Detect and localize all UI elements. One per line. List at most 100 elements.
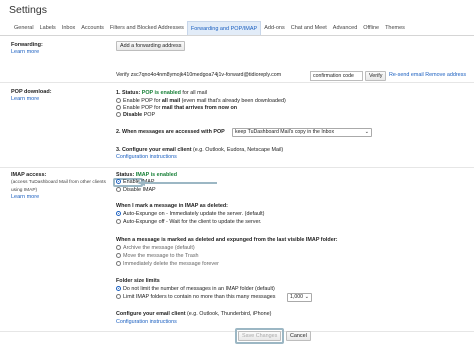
pop-disable-bold: Disable (123, 112, 143, 118)
remove-address-link[interactable]: Remove address (425, 72, 466, 78)
folder-limit-value: 1,000 (290, 294, 303, 300)
pop-label-group: POP download: Learn more (11, 89, 52, 103)
limit-label: Limit IMAP folders to contain no more th… (123, 294, 276, 300)
pop-section: POP download: Learn more 1. Status: POP … (0, 84, 474, 168)
forwarding-label: Forwarding: (11, 42, 43, 48)
expunge-on-label: Auto-Expunge on - Immediately update the… (123, 211, 265, 217)
pop-status-suffix: for all mail (182, 90, 207, 96)
expunged-heading: When a message is marked as deleted and … (116, 237, 338, 244)
pop-new-bold: mail that arrives from now on (161, 105, 238, 111)
resend-email-link[interactable]: Re-send email (389, 72, 424, 78)
confirmation-code-input[interactable]: confirmation code (310, 71, 363, 81)
disable-imap-option[interactable]: Disable IMAP (116, 187, 156, 194)
pop-learn-more[interactable]: Learn more (11, 96, 39, 102)
settings-tabs: General Labels Inbox Accounts Filters an… (0, 21, 474, 36)
imap-sub2: using IMAP) (11, 187, 38, 193)
forwarding-learn-more[interactable]: Learn more (11, 49, 39, 55)
folder-heading: Folder size limits (116, 278, 160, 285)
pop-action-value: keep TuDashboard Mail's copy in the Inbo… (235, 129, 335, 135)
pop-step2-label: 2. When messages are accessed with POP (116, 129, 225, 135)
disable-imap-label: Disable IMAP (123, 187, 156, 193)
cancel-button[interactable]: Cancel (286, 331, 311, 341)
pop-action-select[interactable]: keep TuDashboard Mail's copy in the Inbo… (232, 128, 372, 137)
trash-label: Move the message to the Trash (123, 253, 199, 259)
pop-status: 1. Status: POP is enabled for all mail (116, 90, 207, 97)
no-limit-label: Do not limit the number of messages in a… (123, 286, 275, 292)
imap-config-link[interactable]: Configuration instructions (116, 319, 177, 326)
pop-step2: 2. When messages are accessed with POP (116, 129, 225, 136)
pop-step3-bold: 3. Configure your email client (116, 147, 192, 153)
delete-forever-option[interactable]: Immediately delete the message forever (116, 261, 219, 268)
pop-new-pre: Enable POP for (123, 105, 161, 111)
pop-status-prefix: 1. Status: (116, 90, 141, 96)
enable-imap-radio[interactable] (116, 179, 121, 184)
pop-option-all[interactable]: Enable POP for all mail (even mail that'… (116, 98, 286, 105)
page-title: Settings (9, 4, 47, 16)
chevron-down-icon: ⌄ (364, 129, 369, 135)
expunge-on-option[interactable]: Auto-Expunge on - Immediately update the… (116, 211, 264, 218)
archive-radio[interactable] (116, 245, 121, 250)
imap-learn-more[interactable]: Learn more (11, 194, 39, 200)
expunge-off-radio[interactable] (116, 219, 121, 224)
delete-forever-radio[interactable] (116, 261, 121, 266)
add-forwarding-button[interactable]: Add a forwarding address (116, 41, 186, 51)
folder-limit-select[interactable]: 1,000 ⌄ (287, 293, 312, 302)
imap-sub1: (access TuDashboard Mail from other clie… (11, 180, 106, 185)
expunge-off-label: Auto-Expunge off - Wait for the client t… (123, 219, 262, 225)
pop-status-value: POP is enabled (141, 90, 181, 96)
forwarding-actions: Re-send email Remove address (389, 72, 466, 79)
tab-addons[interactable]: Add-ons (261, 21, 288, 35)
no-limit-option[interactable]: Do not limit the number of messages in a… (116, 286, 275, 293)
save-changes-button[interactable]: Save Changes (238, 331, 281, 341)
verify-text: Verify zsc7qno4o4nm8ymojk410medgoa74j1v-… (116, 72, 282, 78)
configure-bold: Configure your email client (116, 311, 186, 317)
pop-all-bold: all mail (161, 98, 181, 104)
imap-section: IMAP access: (access TuDashboard Mail fr… (0, 169, 474, 331)
disable-imap-radio[interactable] (116, 187, 121, 192)
archive-option[interactable]: Archive the message (default) (116, 245, 195, 252)
tab-filters[interactable]: Filters and Blocked Addresses (107, 21, 187, 35)
chevron-down-icon: ⌄ (304, 294, 309, 300)
pop-disable-radio[interactable] (116, 112, 121, 117)
deleted-heading-text: When I mark a message in IMAP as deleted… (116, 203, 228, 209)
arrow-left-icon (137, 180, 217, 186)
limit-radio[interactable] (116, 294, 121, 299)
pop-new-radio[interactable] (116, 105, 121, 110)
expunged-heading-text: When a message is marked as deleted and … (116, 237, 338, 243)
pop-all-radio[interactable] (116, 98, 121, 103)
pop-all-post: (even mail that's already been downloade… (181, 98, 286, 104)
trash-radio[interactable] (116, 253, 121, 258)
pop-config-link[interactable]: Configuration instructions (116, 154, 177, 161)
tab-chat-meet[interactable]: Chat and Meet (288, 21, 330, 35)
pop-option-disable[interactable]: Disable POP (116, 112, 155, 119)
expunge-on-radio[interactable] (116, 211, 121, 216)
imap-label-group: IMAP access: (access TuDashboard Mail fr… (11, 172, 106, 201)
limit-option[interactable]: Limit IMAP folders to contain no more th… (116, 294, 275, 301)
configure-client: Configure your email client (e.g. Outloo… (116, 311, 271, 318)
pop-disable-post: POP (143, 112, 156, 118)
tab-advanced[interactable]: Advanced (330, 21, 360, 35)
delete-forever-label: Immediately delete the message forever (123, 261, 219, 267)
pop-option-new[interactable]: Enable POP for mail that arrives from no… (116, 105, 237, 112)
tab-general[interactable]: General (11, 21, 37, 35)
pop-all-pre: Enable POP for (123, 98, 161, 104)
no-limit-radio[interactable] (116, 286, 121, 291)
tab-accounts[interactable]: Accounts (78, 21, 107, 35)
folder-heading-text: Folder size limits (116, 278, 160, 284)
imap-label: IMAP access: (11, 172, 47, 178)
expunge-off-option[interactable]: Auto-Expunge off - Wait for the client t… (116, 219, 261, 226)
tab-forwarding-pop-imap[interactable]: Forwarding and POP/IMAP (186, 21, 262, 35)
tab-inbox[interactable]: Inbox (59, 21, 78, 35)
verify-button[interactable]: Verify (365, 71, 387, 81)
imap-status-value: IMAP is enabled (135, 172, 178, 178)
pop-step3: 3. Configure your email client (e.g. Out… (116, 147, 283, 154)
tab-themes[interactable]: Themes (382, 21, 408, 35)
archive-label: Archive the message (default) (123, 245, 195, 251)
deleted-heading: When I mark a message in IMAP as deleted… (116, 203, 228, 210)
tab-labels[interactable]: Labels (37, 21, 59, 35)
configure-rest: (e.g. Outlook, Thunderbird, iPhone) (187, 311, 272, 317)
tab-offline[interactable]: Offline (360, 21, 382, 35)
forwarding-section: Forwarding: Learn more Add a forwarding … (0, 37, 474, 83)
trash-option[interactable]: Move the message to the Trash (116, 253, 199, 260)
pop-step3-rest: (e.g. Outlook, Eudora, Netscape Mail) (193, 147, 284, 153)
